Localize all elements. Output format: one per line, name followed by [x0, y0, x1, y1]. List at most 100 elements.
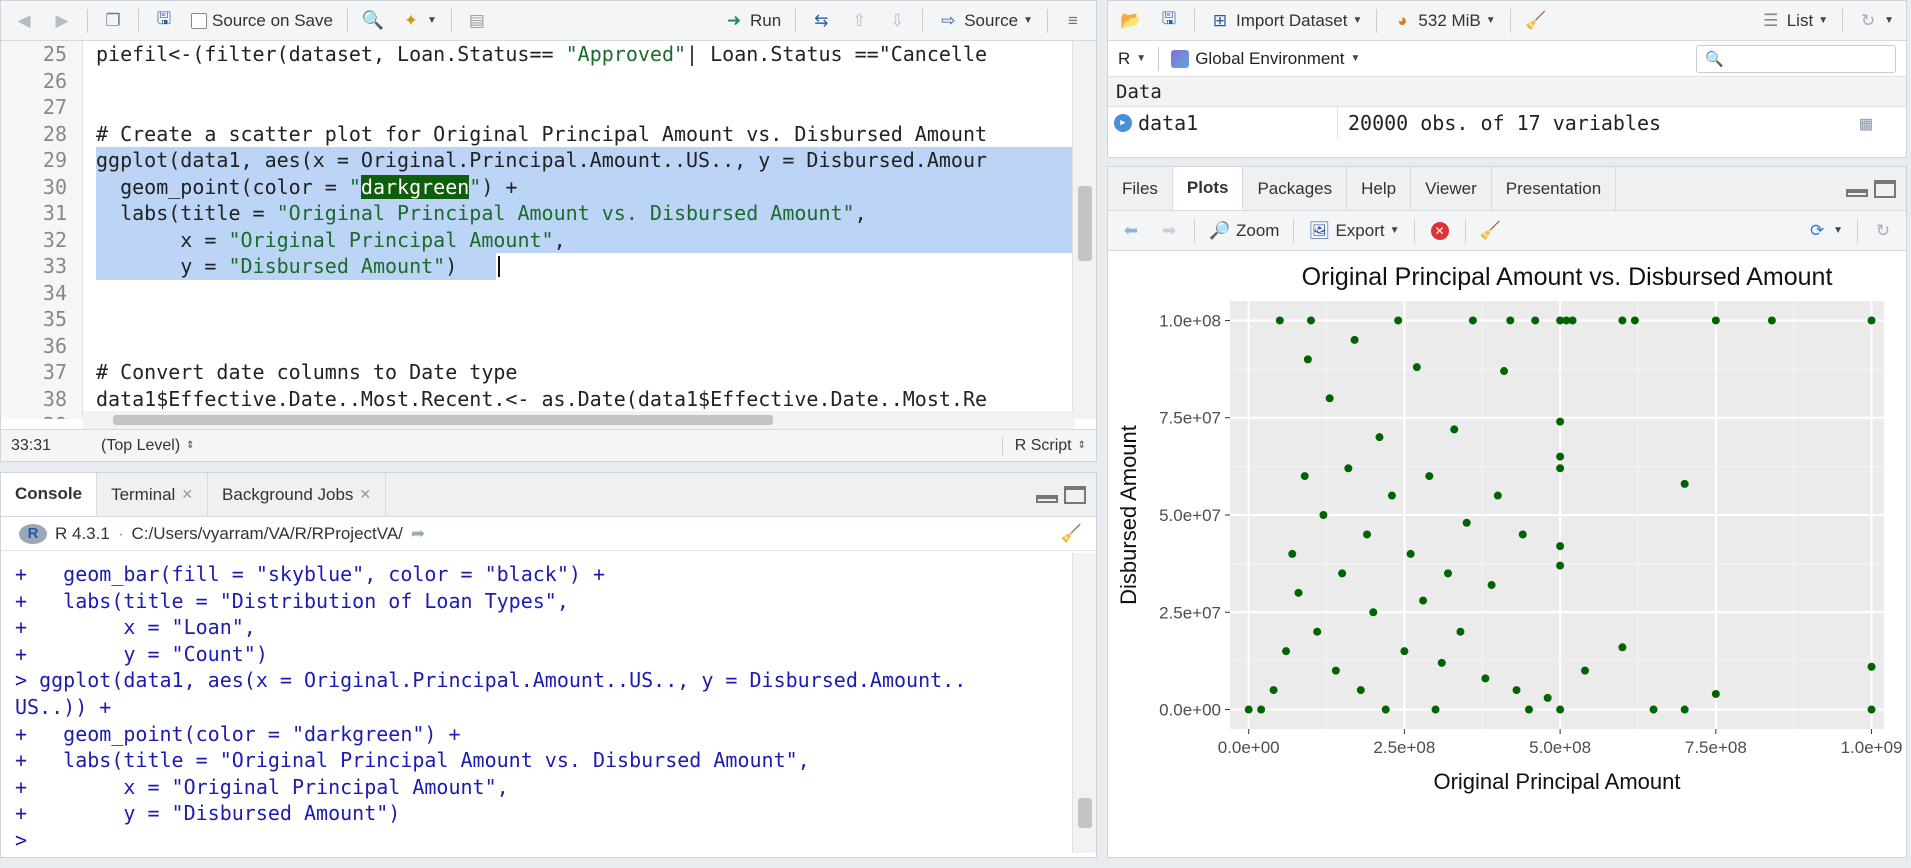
- tab-presentation[interactable]: Presentation: [1492, 167, 1617, 210]
- toolbar-divider: [1413, 218, 1415, 243]
- scrollbar-thumb[interactable]: [113, 415, 773, 425]
- show-in-window-button[interactable]: ❐: [96, 7, 130, 35]
- expand-object-icon[interactable]: ▶: [1114, 114, 1132, 132]
- x-axis-label: Original Principal Amount: [1433, 769, 1680, 794]
- data-point: [1344, 464, 1353, 473]
- environment-search-input[interactable]: 🔍: [1696, 44, 1896, 73]
- data-point: [1444, 569, 1452, 578]
- maximize-pane-button[interactable]: [1874, 179, 1896, 198]
- editor-horizontal-scrollbar[interactable]: [83, 411, 1074, 429]
- tab-viewer[interactable]: Viewer: [1411, 167, 1492, 210]
- code-text: # Create a scatter plot for Original Pri…: [96, 121, 988, 146]
- language-selector[interactable]: R ▼: [1118, 49, 1146, 69]
- data-point: [1556, 452, 1565, 461]
- tab-files[interactable]: Files: [1108, 167, 1173, 210]
- rerun-button[interactable]: ⇆: [804, 7, 838, 35]
- refresh-button[interactable]: ↻ ▼: [1851, 7, 1900, 35]
- view-table-icon[interactable]: ▦: [1860, 111, 1872, 135]
- console-line: > ggplot(data1, aes(x = Original.Princip…: [15, 668, 967, 693]
- console-line: US..)) +: [15, 694, 112, 719]
- clear-console-icon[interactable]: 🧹: [1061, 524, 1082, 544]
- save-button[interactable]: 🖫: [147, 7, 181, 35]
- close-icon[interactable]: ✕: [359, 486, 371, 503]
- clear-workspace-button[interactable]: 🧹: [1519, 7, 1553, 35]
- data-point: [1306, 316, 1315, 325]
- source-button[interactable]: ⇨ Source ▼: [931, 7, 1039, 35]
- maximize-pane-button[interactable]: [1064, 485, 1086, 504]
- refresh-button[interactable]: ↻: [1866, 217, 1900, 245]
- back-button[interactable]: ◀: [7, 7, 41, 35]
- scope-label: (Top Level): [101, 436, 181, 454]
- file-type-selector[interactable]: R Script ⇕: [1001, 436, 1086, 455]
- console-line: + labs(title = "Original Principal Amoun…: [15, 748, 810, 773]
- console-pane: Console Terminal ✕ Background Jobs ✕ R R 4…: [0, 472, 1097, 858]
- source-arrow-icon: ⇨: [941, 10, 956, 30]
- load-workspace-button[interactable]: 📂: [1114, 7, 1148, 35]
- code-line: 34: [1, 280, 1074, 307]
- tab-packages[interactable]: Packages: [1243, 167, 1348, 210]
- import-dataset-button[interactable]: ⊞ Import Dataset ▼: [1203, 7, 1368, 35]
- tab-background-jobs[interactable]: Background Jobs ✕: [208, 473, 387, 516]
- console-output[interactable]: + geom_bar(fill = "skyblue", color = "bl…: [1, 553, 1074, 853]
- find-replace-button[interactable]: 🔍: [356, 7, 390, 35]
- editor-vertical-scrollbar[interactable]: [1072, 41, 1096, 419]
- tab-plots[interactable]: Plots: [1172, 167, 1244, 210]
- remove-plot-button[interactable]: ✕: [1423, 217, 1457, 245]
- close-icon[interactable]: ✕: [181, 486, 193, 503]
- data-point: [1767, 316, 1776, 325]
- chevron-down-icon: ▼: [426, 15, 437, 26]
- memory-usage-button[interactable]: ◕ 532 MiB ▼: [1385, 7, 1501, 35]
- run-button[interactable]: ➜ Run: [717, 7, 787, 35]
- save-icon: 🖫: [1161, 9, 1177, 28]
- zoom-button[interactable]: 🔎 Zoom: [1203, 217, 1285, 245]
- save-workspace-button[interactable]: 🖫: [1152, 7, 1186, 35]
- data-point: [1431, 705, 1440, 714]
- line-number: 27: [42, 95, 67, 119]
- console-vertical-scrollbar[interactable]: [1072, 553, 1096, 853]
- separator-dot: ·: [117, 523, 124, 543]
- rerun-icon: ⇆: [814, 10, 829, 30]
- forward-button[interactable]: ▶: [45, 7, 79, 35]
- remove-icon: ✕: [1429, 220, 1451, 242]
- environment-pane: 📂 🖫 ⊞ Import Dataset ▼ ◕ 532 MiB ▼ 🧹 ☰ List ▼ …: [1107, 0, 1907, 158]
- data-point: [1556, 464, 1565, 473]
- sync-button[interactable]: ⟳ ▼: [1800, 217, 1849, 245]
- tab-terminal[interactable]: Terminal ✕: [97, 473, 209, 516]
- line-number: 32: [42, 227, 67, 252]
- export-button[interactable]: 🖼 Export ▼: [1302, 217, 1405, 245]
- environment-selector[interactable]: Global Environment ▼: [1171, 49, 1360, 69]
- scope-selector[interactable]: (Top Level) ⇕: [101, 437, 195, 455]
- arrow-left-icon: ◀: [17, 10, 31, 30]
- run-arrow-icon: ➜: [726, 10, 742, 30]
- object-name-cell: ▶ data1: [1108, 107, 1338, 139]
- line-number: 37: [42, 360, 67, 384]
- environment-row[interactable]: ▶ data1 20000 obs. of 17 variables ▦: [1108, 107, 1906, 139]
- next-plot-button[interactable]: ➡: [1152, 217, 1186, 245]
- scrollbar-thumb[interactable]: [1078, 798, 1092, 828]
- previous-plot-button[interactable]: ⬅: [1114, 217, 1148, 245]
- updown-icon: ⇕: [186, 440, 195, 451]
- goto-directory-icon[interactable]: ➦: [411, 524, 425, 544]
- minimize-pane-button[interactable]: [1036, 494, 1058, 503]
- scrollbar-thumb[interactable]: [1078, 186, 1092, 261]
- compile-report-button[interactable]: ▤: [460, 7, 494, 35]
- list-icon: ☰: [1763, 10, 1779, 30]
- code-editor[interactable]: 25 piefil<-(filter(dataset, Loan.Status==…: [1, 41, 1074, 419]
- view-mode-button[interactable]: ☰ List ▼: [1754, 7, 1834, 35]
- tab-console[interactable]: Console: [1, 473, 98, 516]
- source-on-save-checkbox[interactable]: Source on Save: [185, 8, 339, 34]
- working-directory[interactable]: C:/Users/vyarram/VA/R/RProjectVA/: [131, 524, 402, 544]
- data-point: [1319, 511, 1328, 519]
- go-down-button[interactable]: ⇩: [880, 7, 914, 35]
- tab-help[interactable]: Help: [1347, 167, 1412, 210]
- code-line: 37 # Convert date columns to Date type: [1, 359, 1074, 386]
- minimize-pane-button[interactable]: [1846, 188, 1868, 197]
- clear-plots-button[interactable]: 🧹: [1474, 217, 1508, 245]
- data-point: [1387, 491, 1396, 500]
- code-tools-button[interactable]: ✦ ▼: [394, 7, 443, 35]
- data-point: [1481, 674, 1490, 683]
- go-up-button[interactable]: ⇧: [842, 7, 876, 35]
- document-outline-button[interactable]: ≡: [1056, 7, 1090, 35]
- toolbar-divider: [1464, 218, 1466, 243]
- console-line: + geom_bar(fill = "skyblue", color = "bl…: [15, 562, 606, 586]
